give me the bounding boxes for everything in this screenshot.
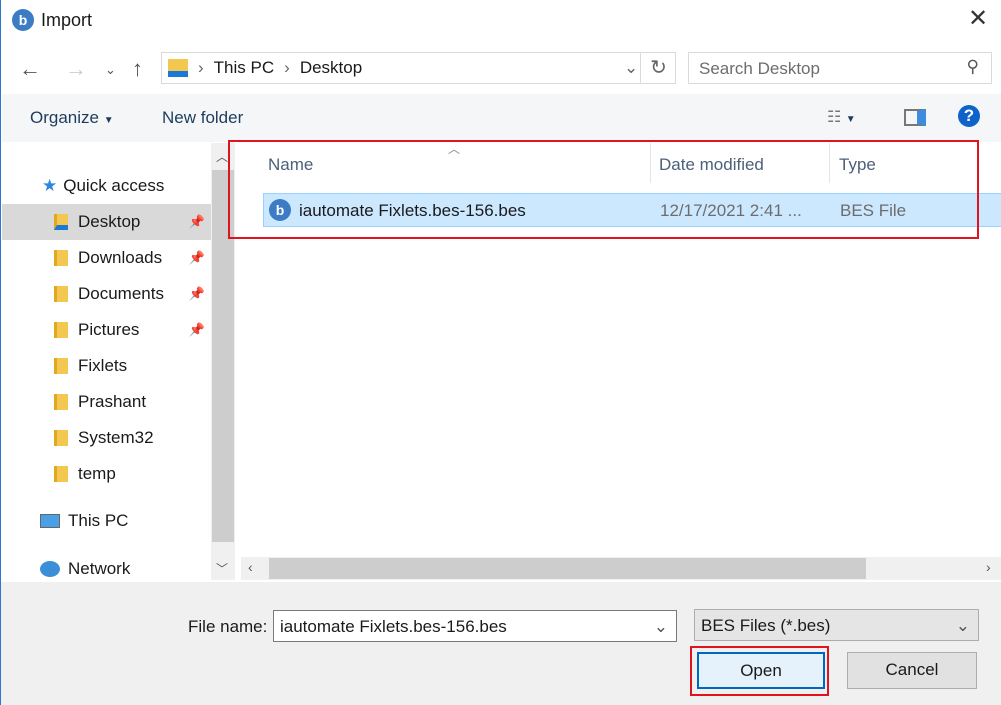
folder-icon [54, 430, 68, 446]
sidebar-item-desktop[interactable]: Desktop 📌 [2, 204, 211, 240]
breadcrumb-desktop[interactable]: Desktop [300, 58, 362, 78]
folder-icon [54, 286, 68, 302]
separator-icon: › [198, 58, 204, 77]
sidebar-item-this-pc[interactable]: This PC [2, 503, 211, 539]
close-icon[interactable]: ✕ [963, 4, 993, 34]
navigation-pane: ★ Quick access Desktop 📌 Downloads 📌 Docume… [2, 143, 211, 583]
search-icon: ⚲ [966, 57, 979, 76]
horizontal-scroll-thumb[interactable] [269, 558, 866, 579]
file-name-input[interactable]: iautomate Fixlets.bes-156.bes ⌄ [273, 610, 677, 642]
sidebar-item-downloads[interactable]: Downloads 📌 [2, 240, 211, 276]
scroll-left-icon[interactable]: ‹ [248, 559, 253, 575]
new-folder-button[interactable]: New folder [162, 108, 243, 128]
address-dropdown-icon[interactable]: ⌄ [624, 58, 638, 78]
up-button[interactable]: ↑ [132, 56, 143, 82]
scroll-up-icon[interactable]: ︿ [216, 148, 228, 165]
help-icon[interactable]: ? [958, 105, 980, 127]
highlight-box [690, 646, 829, 696]
pin-icon: 📌 [188, 250, 205, 265]
computer-icon [40, 514, 60, 528]
window-title: Import [41, 10, 93, 30]
sidebar-item-pictures[interactable]: Pictures 📌 [2, 312, 211, 348]
desktop-folder-icon [168, 59, 188, 77]
sidebar-item-prashant[interactable]: Prashant [2, 384, 211, 420]
view-options-icon[interactable]: ☷ ▼ [827, 107, 856, 127]
cancel-button[interactable]: Cancel [847, 652, 977, 689]
chevron-down-icon: ⌄ [653, 617, 668, 636]
sidebar-item-temp[interactable]: temp [2, 456, 211, 492]
file-type-select[interactable]: BES Files (*.bes) ⌄ [694, 609, 979, 641]
folder-icon [54, 394, 68, 410]
sidebar-item-fixlets[interactable]: Fixlets [2, 348, 211, 384]
folder-icon [54, 250, 68, 266]
address-bar[interactable]: › This PC › Desktop ⌄ ↻ [161, 52, 676, 84]
highlight-box [228, 140, 979, 239]
pin-icon: 📌 [188, 322, 205, 337]
sidebar-item-documents[interactable]: Documents 📌 [2, 276, 211, 312]
pin-icon: 📌 [188, 214, 205, 229]
folder-icon [54, 358, 68, 374]
folder-icon [54, 322, 68, 338]
file-name-label: File name: [188, 617, 268, 636]
sidebar-item-system32[interactable]: System32 [2, 420, 211, 456]
recent-dropdown[interactable]: ⌄ [105, 62, 116, 78]
chevron-down-icon: ⌄ [955, 616, 970, 635]
folder-icon [54, 466, 68, 482]
folder-icon [54, 214, 68, 230]
preview-pane-icon[interactable] [904, 109, 926, 126]
search-input[interactable]: Search Desktop ⚲ [688, 52, 992, 84]
pin-icon: 📌 [188, 286, 205, 301]
separator-icon: › [284, 58, 290, 77]
breadcrumb-this-pc[interactable]: This PC [214, 58, 274, 78]
search-placeholder: Search Desktop [699, 59, 820, 78]
scroll-down-icon[interactable]: ﹀ [216, 560, 228, 577]
refresh-button[interactable]: ↻ [640, 53, 676, 83]
back-button[interactable]: ← [19, 56, 41, 82]
network-icon [40, 561, 60, 577]
sidebar-item-quick-access[interactable]: ★ Quick access [2, 168, 211, 204]
organize-button[interactable]: Organize ▼ [30, 108, 114, 128]
scroll-right-icon[interactable]: › [986, 559, 991, 575]
star-icon: ★ [42, 176, 58, 195]
forward-button[interactable]: → [65, 56, 87, 82]
app-icon: b [12, 9, 34, 31]
